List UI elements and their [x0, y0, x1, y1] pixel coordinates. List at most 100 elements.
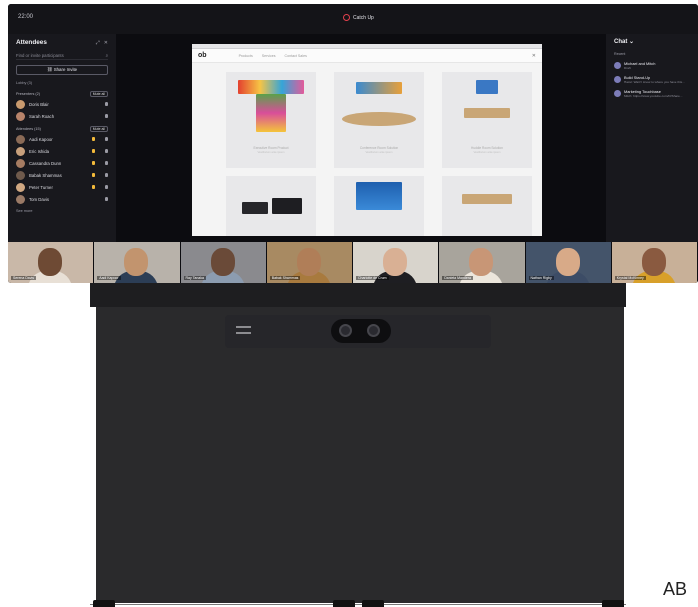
chat-item-preview: Mitch: https://www.youtube.com/hl/Share.…	[624, 94, 683, 98]
avatar	[16, 194, 25, 204]
avatar	[16, 111, 25, 121]
participant-name: Tom Davis	[29, 196, 50, 202]
raised-hand-icon	[92, 173, 96, 177]
device-image	[242, 202, 268, 214]
nav-products[interactable]: Products	[239, 54, 253, 58]
display-image	[256, 94, 286, 132]
video-tile-name: Nathan Rigby	[528, 276, 554, 280]
mute-all-attendees-button[interactable]: Mute all	[89, 126, 108, 132]
video-tile-name: Krystal McKinney	[614, 276, 646, 280]
avatar	[16, 182, 25, 192]
participant-row[interactable]: Peter Turner	[16, 181, 108, 193]
display-image	[238, 80, 304, 94]
video-tile[interactable]: Nathan Rigby	[525, 242, 612, 283]
chat-item[interactable]: Michael and Mitch Draft	[614, 61, 690, 75]
chat-item[interactable]: Marketing Touchbase Mitch: https://www.yo…	[614, 89, 690, 103]
lobby-label: Lobby (3)	[16, 81, 33, 85]
avatar	[16, 158, 25, 168]
card-title: Executive Room Product	[253, 146, 289, 150]
participant-search-input[interactable]: Find or invite participants ⌕	[16, 51, 108, 60]
chat-recent-label: Recent	[614, 52, 626, 56]
raised-hand-icon	[92, 149, 96, 153]
table-image	[464, 108, 510, 118]
participant-row[interactable]: Cassandra Dunn	[16, 157, 108, 169]
shared-browser-window: ob Products Services Contact Sales ✕ Exe…	[192, 44, 542, 236]
display-image	[356, 82, 402, 94]
participant-row[interactable]: Doris Blair	[16, 98, 108, 110]
product-card[interactable]: Huddle Room Solution Vestibulum ante ips…	[442, 72, 532, 168]
card-subtitle: Vestibulum ante ipsum	[365, 151, 393, 154]
participant-face	[124, 248, 149, 276]
video-tile[interactable]: Daniela Mandera	[439, 242, 526, 283]
camera-lens-icon	[339, 324, 352, 337]
card-title: Conference Room Solution	[359, 146, 399, 150]
mute-all-presenters-button[interactable]: Mute all	[89, 91, 108, 97]
chat-title[interactable]: Chat ⌄	[614, 38, 690, 50]
microphone-icon[interactable]	[105, 197, 108, 201]
display-image	[476, 80, 498, 94]
chat-item-preview: Draft	[624, 66, 631, 70]
close-icon[interactable]: ✕	[104, 40, 108, 46]
camera-lens-icon	[367, 324, 380, 337]
chevron-down-icon: ⌄	[629, 39, 635, 45]
site-logo: ob	[198, 52, 207, 59]
product-card[interactable]: Conference Room Solution Vestibulum ante…	[334, 72, 424, 168]
camera-icon	[331, 319, 391, 343]
attendees-title: Attendees	[16, 39, 47, 46]
participant-face	[469, 248, 494, 276]
microphone-icon[interactable]	[105, 137, 108, 141]
video-tile[interactable]: Krystal McKinney	[611, 242, 698, 283]
video-tile[interactable]: Charlotte de Crum	[353, 242, 440, 283]
watermark: AB	[663, 579, 688, 599]
product-card[interactable]	[334, 176, 424, 236]
microphone-icon[interactable]	[105, 114, 108, 118]
floor-line	[90, 604, 626, 605]
clock: 22:00	[18, 14, 34, 20]
video-tile-name: Daniela Mandera	[442, 276, 473, 280]
see-more-link[interactable]: See more	[16, 209, 108, 213]
raised-hand-icon	[92, 185, 96, 189]
video-tile[interactable]: Ray Tanaka	[180, 242, 267, 283]
product-card[interactable]: Executive Room Product Vestibulum ante i…	[226, 72, 316, 168]
stand-foot	[93, 600, 115, 607]
participant-name: Babak Shammas	[29, 172, 62, 178]
avatar	[16, 134, 25, 144]
chat-item[interactable]: Build Stand-Up Hazel: Wait! I know to whe…	[614, 75, 690, 89]
card-subtitle: Vestibulum ante ipsum	[257, 151, 285, 154]
microphone-icon[interactable]	[105, 102, 108, 106]
participant-row[interactable]: Tom Davis	[16, 193, 108, 205]
attendees-section-label: Attendees (15)	[16, 127, 41, 131]
card-title: Huddle Room Solution	[471, 146, 503, 150]
video-tile[interactable]: Aadi Kapoor	[94, 242, 181, 283]
stand-foot	[333, 600, 355, 607]
participant-face	[383, 248, 407, 276]
product-card[interactable]	[226, 176, 316, 236]
video-tile[interactable]: Serena Davis	[8, 242, 95, 283]
catch-up-button[interactable]: Catch Up	[343, 14, 374, 21]
presenters-label: Presenters (2)	[16, 92, 41, 96]
avatar	[614, 62, 621, 69]
shared-content-area: ob Products Services Contact Sales ✕ Exe…	[116, 34, 606, 242]
stand-foot	[602, 600, 624, 607]
avatar	[614, 76, 621, 83]
participant-row[interactable]: Eric Ishida	[16, 145, 108, 157]
participant-row[interactable]: Sarah Roach	[16, 110, 108, 122]
participant-row[interactable]: Babak Shammas	[16, 169, 108, 181]
search-placeholder: Find or invite participants	[16, 52, 64, 58]
attendees-panel: Attendees ⤢ ✕ Find or invite participant…	[8, 34, 116, 242]
close-icon[interactable]: ✕	[532, 53, 536, 59]
microphone-icon[interactable]	[105, 161, 108, 165]
live-indicator-icon	[343, 14, 350, 21]
expand-icon[interactable]: ⤢	[96, 40, 100, 46]
microphone-icon[interactable]	[105, 149, 108, 153]
participant-row[interactable]: Aadi Kapoor	[16, 133, 108, 145]
product-card[interactable]	[442, 176, 532, 236]
video-tile[interactable]: Babak Shammas	[266, 242, 353, 283]
nav-contact[interactable]: Contact Sales	[285, 54, 307, 58]
nav-services[interactable]: Services	[262, 54, 276, 58]
microphone-icon[interactable]	[105, 173, 108, 177]
catch-up-label: Catch Up	[353, 14, 374, 21]
microphone-icon[interactable]	[105, 185, 108, 189]
share-invite-button[interactable]: ⛓ Share Invite	[16, 65, 108, 75]
raised-hand-icon	[92, 161, 96, 165]
